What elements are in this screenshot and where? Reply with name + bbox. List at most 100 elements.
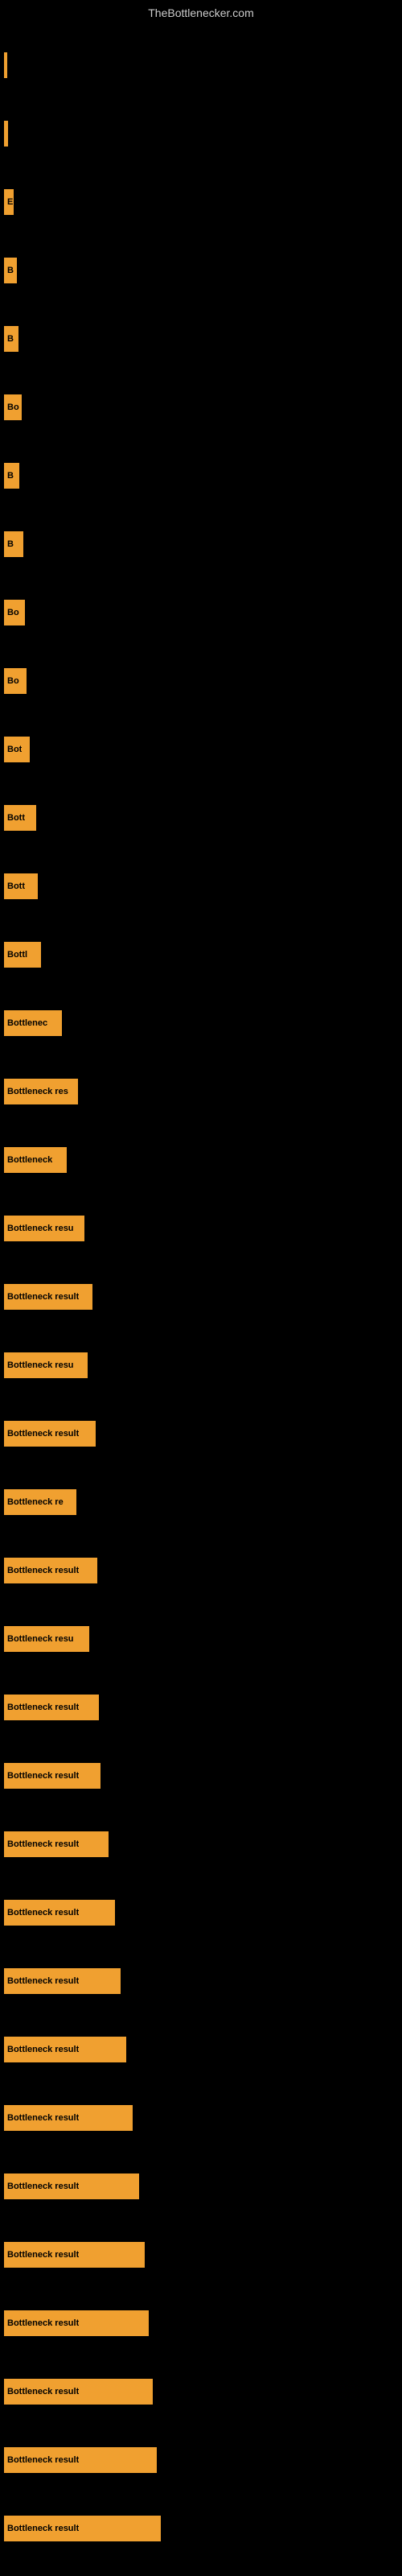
bar-row: Bottleneck res (4, 1057, 402, 1125)
bar-row: Bottleneck result (4, 2289, 402, 2357)
bar-item: Bottleneck re (4, 1489, 76, 1515)
bar-label: Bottleneck result (7, 2455, 79, 2465)
bar-item: Bottleneck resu (4, 1352, 88, 1378)
bar-row: Bott (4, 783, 402, 852)
bar-item (4, 52, 7, 78)
bar-label: Bottleneck resu (7, 1634, 74, 1644)
bar-label: Bottleneck result (7, 2113, 79, 2123)
bar-label: Bott (7, 813, 25, 823)
bar-item: Bottleneck result (4, 2310, 149, 2336)
bar-item: Bottleneck result (4, 2174, 139, 2199)
bar-item: Bottleneck result (4, 1968, 121, 1994)
bar-item: Bottleneck (4, 1147, 67, 1173)
bar-row (4, 99, 402, 167)
bar-row: Bottleneck result (4, 1810, 402, 1878)
bar-item: Bottleneck result (4, 1900, 115, 1926)
bar-row: Bottlenec (4, 989, 402, 1057)
bar-row: Bottleneck result (4, 1536, 402, 1604)
bar-row: E (4, 167, 402, 236)
bar-row: Bottleneck result (4, 2425, 402, 2494)
bar-label: Bott (7, 881, 25, 891)
bar-row: Bottleneck result (4, 2015, 402, 2083)
bar-row: Bottleneck result (4, 1262, 402, 1331)
bar-row: Bottleneck (4, 1125, 402, 1194)
bar-item: Bottleneck result (4, 1284, 92, 1310)
bar-item: Bo (4, 394, 22, 420)
bar-label: B (7, 266, 14, 275)
bar-label: Bottleneck result (7, 2524, 79, 2533)
bar-item: B (4, 531, 23, 557)
bar-label: Bot (7, 745, 22, 754)
bar-row: Bottleneck result (4, 2083, 402, 2152)
bar-row: Bottleneck resu (4, 1194, 402, 1262)
bar-row: Bottleneck result (4, 2152, 402, 2220)
bar-row: Bottleneck result (4, 2220, 402, 2289)
bar-item: Bottl (4, 942, 41, 968)
bar-row: Bottleneck result (4, 1946, 402, 2015)
bar-label: Bottleneck res (7, 1087, 68, 1096)
bar-label: Bottl (7, 950, 27, 960)
bar-item: E (4, 189, 14, 215)
bar-item: Bottleneck resu (4, 1216, 84, 1241)
bar-label: Bottleneck result (7, 1771, 79, 1781)
bar-label: Bottleneck result (7, 1429, 79, 1439)
bar-item: Bottleneck res (4, 1079, 78, 1104)
bar-row: Bottleneck result (4, 2357, 402, 2425)
bar-label: Bottleneck result (7, 2045, 79, 2054)
bar-label: Bottleneck result (7, 1703, 79, 1712)
bar-row: Bo (4, 578, 402, 646)
bar-label: Bottleneck result (7, 1908, 79, 1918)
bar-row: Bottleneck result (4, 2494, 402, 2562)
bar-row: B (4, 441, 402, 510)
bar-item: Bot (4, 737, 30, 762)
bar-item: Bott (4, 805, 36, 831)
bar-label: Bottleneck result (7, 2387, 79, 2396)
bar-label: Bottleneck result (7, 1976, 79, 1986)
bars-container: E B B Bo B B Bo Bo Bot Bott Bott Bottl Bottlenec Bott… (0, 23, 402, 2562)
bar-row: Bottleneck re (4, 1468, 402, 1536)
bar-row (4, 31, 402, 99)
bar-label: Bottleneck result (7, 2182, 79, 2191)
bar-label: Bottleneck result (7, 1292, 79, 1302)
bar-item: Bott (4, 873, 38, 899)
bar-label: Bottleneck re (7, 1497, 64, 1507)
bar-item: Bottleneck result (4, 2447, 157, 2473)
bar-row: B (4, 304, 402, 373)
bar-item: Bottleneck result (4, 2516, 161, 2541)
bar-item: Bo (4, 668, 27, 694)
bar-label: Bo (7, 608, 19, 617)
bar-item: Bottleneck result (4, 1558, 97, 1583)
bar-row: Bott (4, 852, 402, 920)
bar-label: Bottleneck result (7, 1839, 79, 1849)
bar-item: Bottleneck resu (4, 1626, 89, 1652)
bar-row: Bottleneck result (4, 1878, 402, 1946)
bar-item: Bottleneck result (4, 1763, 100, 1789)
bar-label: B (7, 539, 14, 549)
bar-label: Bottleneck result (7, 2250, 79, 2260)
bar-row: B (4, 236, 402, 304)
bar-row: Bo (4, 646, 402, 715)
bar-item: Bottleneck result (4, 2242, 145, 2268)
bar-item: Bottleneck result (4, 2105, 133, 2131)
bar-label: E (7, 197, 13, 207)
bar-label: Bottleneck resu (7, 1224, 74, 1233)
bar-label: Bottlenec (7, 1018, 47, 1028)
bar-row: Bo (4, 373, 402, 441)
bar-label: Bottleneck result (7, 1566, 79, 1575)
bar-row: Bottleneck result (4, 1399, 402, 1468)
bar-item: Bottlenec (4, 1010, 62, 1036)
bar-item: Bo (4, 600, 25, 625)
bar-item: B (4, 258, 17, 283)
bar-label: Bottleneck resu (7, 1360, 74, 1370)
bar-item: Bottleneck result (4, 2379, 153, 2405)
bar-item: Bottleneck result (4, 2037, 126, 2062)
bar-label: Bottleneck result (7, 2318, 79, 2328)
bar-label: Bo (7, 402, 19, 412)
bar-row: Bot (4, 715, 402, 783)
bar-item: Bottleneck result (4, 1421, 96, 1447)
bar-item (4, 121, 8, 147)
bar-item: B (4, 463, 19, 489)
bar-row: Bottleneck resu (4, 1331, 402, 1399)
site-title: TheBottlenecker.com (0, 0, 402, 23)
bar-label: Bottleneck (7, 1155, 52, 1165)
